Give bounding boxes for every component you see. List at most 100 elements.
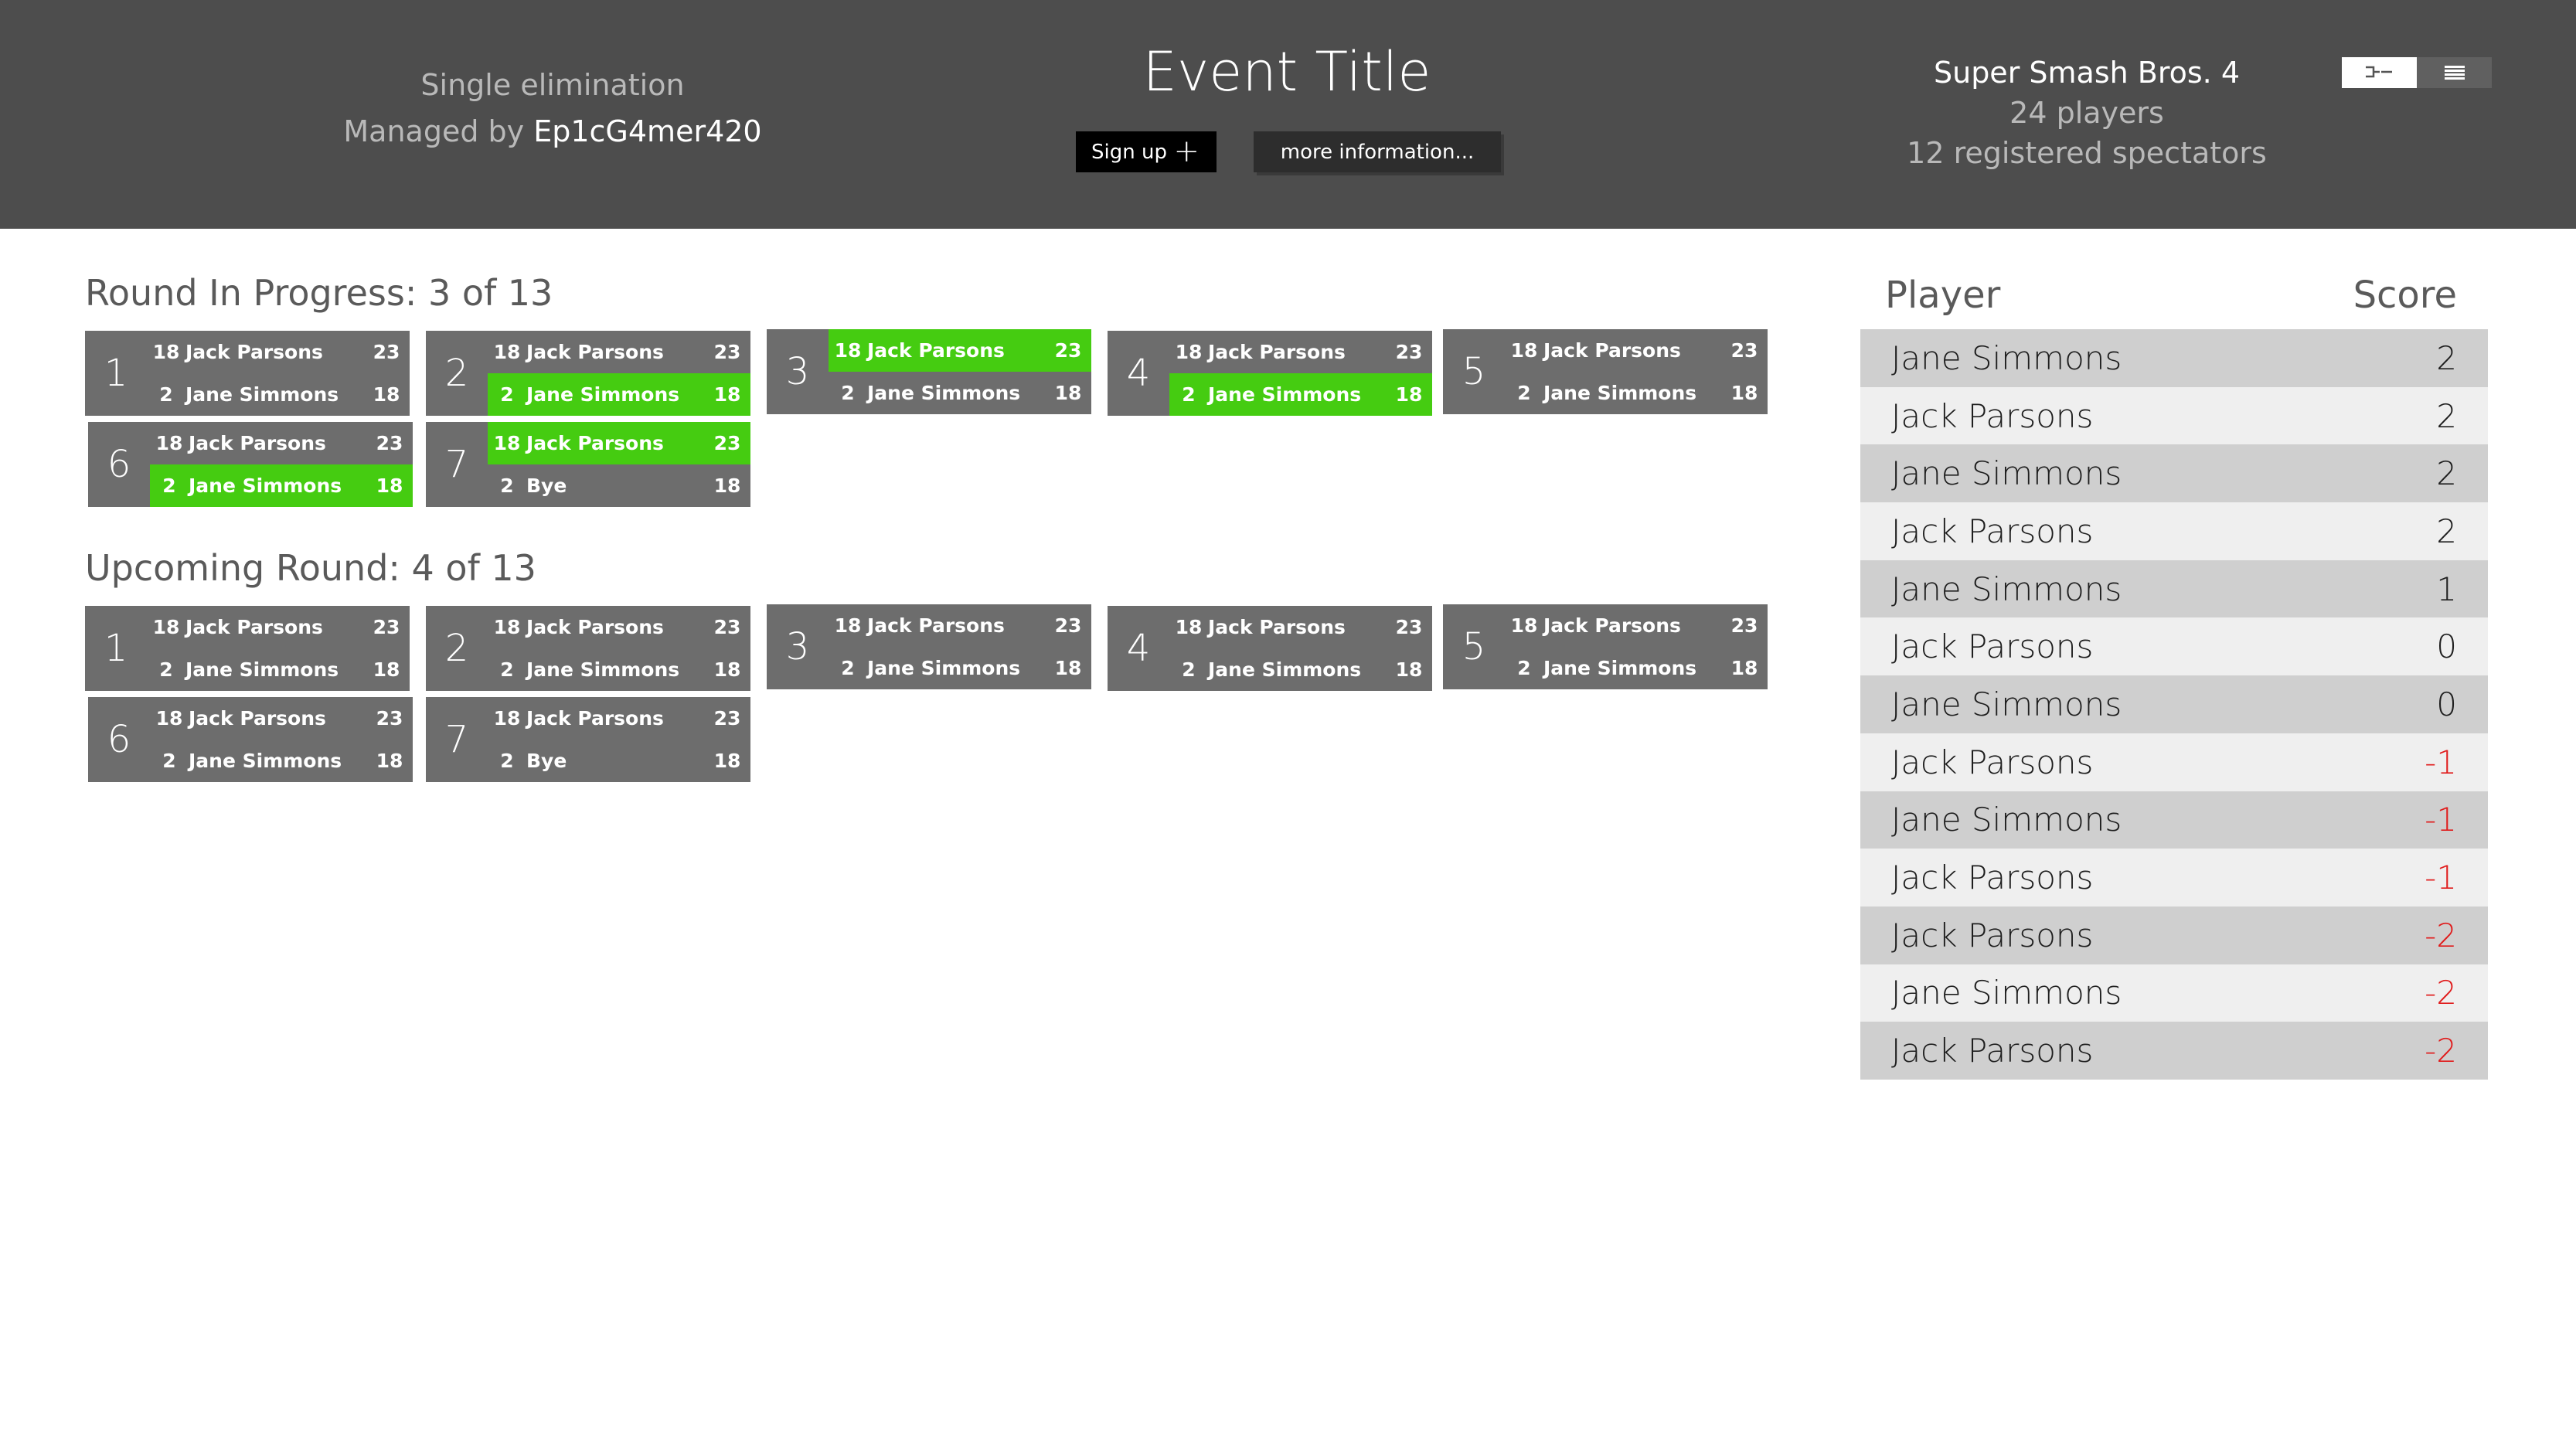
player-seed: 2 (500, 474, 514, 497)
match-player-row[interactable]: 2 Bye 18 (488, 740, 750, 782)
match-player-row[interactable]: 18 Jack Parsons 23 (488, 697, 750, 740)
match-player-row[interactable]: 18 Jack Parsons 23 (1169, 606, 1432, 648)
standings-row[interactable]: Jack Parsons -2 (1860, 906, 2488, 964)
match-player-row[interactable]: 18 Jack Parsons 23 (150, 422, 413, 464)
match-player-row[interactable]: 2 Jane Simmons 18 (1505, 372, 1768, 414)
standings-player-name: Jane Simmons (1891, 801, 2122, 839)
match-player-row[interactable]: 2 Jane Simmons 18 (147, 373, 410, 416)
match-card[interactable]: 5 18 Jack Parsons 23 2 Jane Simmons 18 (1443, 604, 1768, 689)
bracket-view-button[interactable] (2342, 57, 2417, 88)
player-name: Jane Simmons (1543, 657, 1697, 679)
standings-score: -2 (2425, 974, 2457, 1012)
match-card[interactable]: 7 18 Jack Parsons 23 2 Bye 18 (426, 422, 750, 507)
player-name: Jack Parsons (189, 707, 326, 730)
standings-row[interactable]: Jack Parsons -1 (1860, 849, 2488, 906)
standings-row[interactable]: Jack Parsons -2 (1860, 1022, 2488, 1080)
standings-score: 0 (2436, 685, 2457, 723)
match-player-row[interactable]: 18 Jack Parsons 23 (829, 604, 1091, 647)
player-score: 23 (373, 341, 400, 363)
player-name: Jane Simmons (189, 474, 342, 497)
player-seed: 18 (1175, 341, 1203, 363)
player-score: 23 (373, 616, 400, 638)
standings-row[interactable]: Jack Parsons 2 (1860, 386, 2488, 445)
standings-row[interactable]: Jane Simmons -2 (1860, 964, 2488, 1022)
standings-row[interactable]: Jane Simmons 2 (1860, 444, 2488, 503)
match-player-row[interactable]: 18 Jack Parsons 23 (1505, 329, 1768, 372)
match-player-row[interactable]: 18 Jack Parsons 23 (488, 422, 750, 464)
match-player-row[interactable]: 18 Jack Parsons 23 (488, 606, 750, 648)
match-player-row[interactable]: 2 Jane Simmons 18 (1169, 373, 1432, 416)
standings-player-name: Jack Parsons (1891, 859, 2094, 897)
match-card[interactable]: 5 18 Jack Parsons 23 2 Jane Simmons 18 (1443, 329, 1768, 414)
match-player-row[interactable]: 2 Jane Simmons 18 (1169, 648, 1432, 691)
match-card[interactable]: 1 18 Jack Parsons 23 2 Jane Simmons 18 (85, 331, 410, 416)
match-player-row[interactable]: 18 Jack Parsons 23 (147, 331, 410, 373)
player-score: 18 (1730, 382, 1758, 404)
player-score: 18 (373, 658, 400, 681)
match-card[interactable]: 6 18 Jack Parsons 23 2 Jane Simmons 18 (88, 422, 413, 507)
spectator-count: 12 registered spectators (1907, 136, 2267, 170)
player-seed: 2 (841, 657, 855, 679)
match-player-row[interactable]: 2 Jane Simmons 18 (150, 740, 413, 782)
player-name: Jack Parsons (1208, 341, 1346, 363)
match-number: 5 (1462, 350, 1486, 393)
standings-row[interactable]: Jane Simmons -1 (1860, 791, 2488, 849)
player-seed: 18 (1510, 614, 1538, 637)
match-card[interactable]: 4 18 Jack Parsons 23 2 Jane Simmons 18 (1108, 331, 1432, 416)
sign-up-button[interactable]: Sign up + (1076, 131, 1217, 172)
match-player-row[interactable]: 2 Jane Simmons 18 (147, 648, 410, 691)
standings-table: Player Score Jane Simmons 2 Jack Parsons 2 J… (1860, 261, 2488, 1080)
match-player-row[interactable]: 2 Jane Simmons 18 (488, 373, 750, 416)
standings-row[interactable]: Jane Simmons 2 (1860, 329, 2488, 387)
standings-player-name: Jack Parsons (1891, 512, 2094, 550)
match-player-row[interactable]: 2 Jane Simmons 18 (488, 648, 750, 691)
standings-player-name: Jack Parsons (1891, 628, 2094, 666)
match-card[interactable]: 3 18 Jack Parsons 23 2 Jane Simmons 18 (767, 329, 1091, 414)
player-score: 23 (713, 432, 741, 454)
match-player-row[interactable]: 18 Jack Parsons 23 (150, 697, 413, 740)
event-stats: Super Smash Bros. 4 24 players 12 regist… (1886, 53, 2288, 173)
match-card[interactable]: 1 18 Jack Parsons 23 2 Jane Simmons 18 (85, 606, 410, 691)
match-player-row[interactable]: 18 Jack Parsons 23 (1505, 604, 1768, 647)
match-player-row[interactable]: 18 Jack Parsons 23 (829, 329, 1091, 372)
player-name: Jack Parsons (185, 341, 323, 363)
list-view-button[interactable] (2417, 57, 2492, 88)
player-score: 18 (1730, 657, 1758, 679)
player-name: Jane Simmons (185, 658, 339, 681)
match-card[interactable]: 7 18 Jack Parsons 23 2 Bye 18 (426, 697, 750, 782)
match-player-row[interactable]: 2 Jane Simmons 18 (829, 372, 1091, 414)
player-seed: 2 (159, 383, 173, 406)
standings-player-name: Jack Parsons (1891, 916, 2094, 954)
standings-player-name: Jane Simmons (1891, 338, 2122, 377)
match-player-row[interactable]: 2 Jane Simmons 18 (1505, 647, 1768, 689)
match-player-row[interactable]: 18 Jack Parsons 23 (147, 606, 410, 648)
standings-row[interactable]: Jane Simmons 0 (1860, 675, 2488, 733)
player-seed: 18 (493, 341, 521, 363)
match-card[interactable]: 4 18 Jack Parsons 23 2 Jane Simmons 18 (1108, 606, 1432, 691)
match-card[interactable]: 2 18 Jack Parsons 23 2 Jane Simmons 18 (426, 331, 750, 416)
match-card[interactable]: 6 18 Jack Parsons 23 2 Jane Simmons 18 (88, 697, 413, 782)
match-player-row[interactable]: 2 Bye 18 (488, 464, 750, 507)
match-card[interactable]: 2 18 Jack Parsons 23 2 Jane Simmons 18 (426, 606, 750, 691)
standings-row[interactable]: Jane Simmons 1 (1860, 560, 2488, 618)
manager-name[interactable]: Ep1cG4mer420 (533, 114, 761, 148)
player-score: 18 (376, 750, 403, 772)
list-view-icon (2444, 66, 2465, 80)
match-card[interactable]: 3 18 Jack Parsons 23 2 Jane Simmons 18 (767, 604, 1091, 689)
match-player-row[interactable]: 18 Jack Parsons 23 (1169, 331, 1432, 373)
standings-score: -2 (2425, 916, 2457, 954)
match-player-row[interactable]: 18 Jack Parsons 23 (488, 331, 750, 373)
standings-row[interactable]: Jack Parsons 2 (1860, 502, 2488, 560)
event-header: Single elimination Managed by Ep1cG4mer4… (0, 0, 2576, 229)
standings-score: 1 (2436, 570, 2457, 608)
match-player-row[interactable]: 2 Jane Simmons 18 (150, 464, 413, 507)
player-seed: 18 (152, 341, 180, 363)
player-name: Jane Simmons (189, 750, 342, 772)
standings-row[interactable]: Jack Parsons -1 (1860, 733, 2488, 791)
player-score: 23 (1395, 616, 1423, 638)
standings-row[interactable]: Jack Parsons 0 (1860, 617, 2488, 676)
player-column-header: Player (1885, 274, 2001, 317)
more-information-button[interactable]: more information... (1254, 131, 1501, 172)
standings-score: 2 (2436, 396, 2457, 435)
match-player-row[interactable]: 2 Jane Simmons 18 (829, 647, 1091, 689)
